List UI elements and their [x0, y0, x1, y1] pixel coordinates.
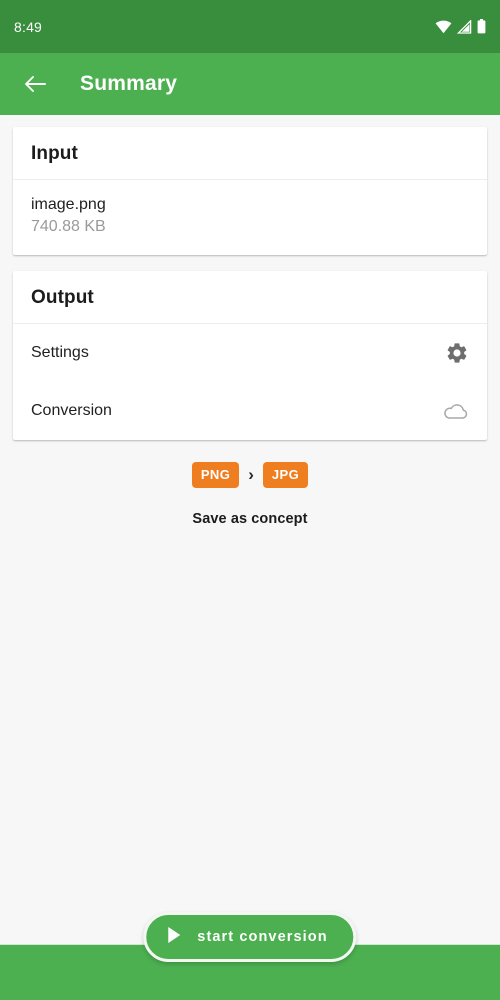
cloud-icon[interactable] — [443, 401, 469, 421]
status-bar-clock: 8:49 — [14, 18, 43, 35]
source-format-badge[interactable]: PNG — [191, 462, 240, 489]
output-card: Output Settings Conversion — [13, 271, 487, 441]
input-card: Input image.png 740.88 KB — [13, 127, 487, 256]
target-format-badge[interactable]: JPG — [262, 462, 309, 489]
wifi-icon — [435, 20, 452, 34]
app-bar: Summary — [0, 53, 500, 115]
status-bar-icons — [435, 19, 486, 34]
format-conversion-row: PNG › JPG — [13, 462, 487, 489]
main-content: Input image.png 740.88 KB Output Setting… — [0, 115, 500, 527]
status-bar: 8:49 — [0, 0, 500, 53]
page-title: Summary — [80, 72, 178, 95]
start-conversion-label: start conversion — [197, 929, 328, 945]
back-arrow-icon[interactable] — [18, 67, 52, 101]
output-row-conversion-label: Conversion — [31, 402, 112, 420]
chevron-right-icon: › — [248, 464, 254, 484]
output-row-settings[interactable]: Settings — [13, 324, 487, 382]
input-file-size: 740.88 KB — [31, 217, 106, 235]
input-file-row[interactable]: image.png 740.88 KB — [13, 180, 487, 255]
cellular-signal-icon — [457, 19, 472, 34]
play-icon — [166, 926, 182, 949]
start-conversion-button[interactable]: start conversion — [143, 912, 357, 962]
output-row-settings-label: Settings — [31, 344, 89, 362]
input-file-name: image.png — [31, 196, 106, 213]
output-row-conversion[interactable]: Conversion — [13, 382, 487, 440]
save-as-concept-button[interactable]: Save as concept — [13, 511, 487, 527]
input-card-header: Input — [31, 143, 78, 164]
output-card-header: Output — [31, 287, 94, 309]
battery-icon — [477, 19, 486, 34]
gear-icon[interactable] — [445, 341, 469, 365]
